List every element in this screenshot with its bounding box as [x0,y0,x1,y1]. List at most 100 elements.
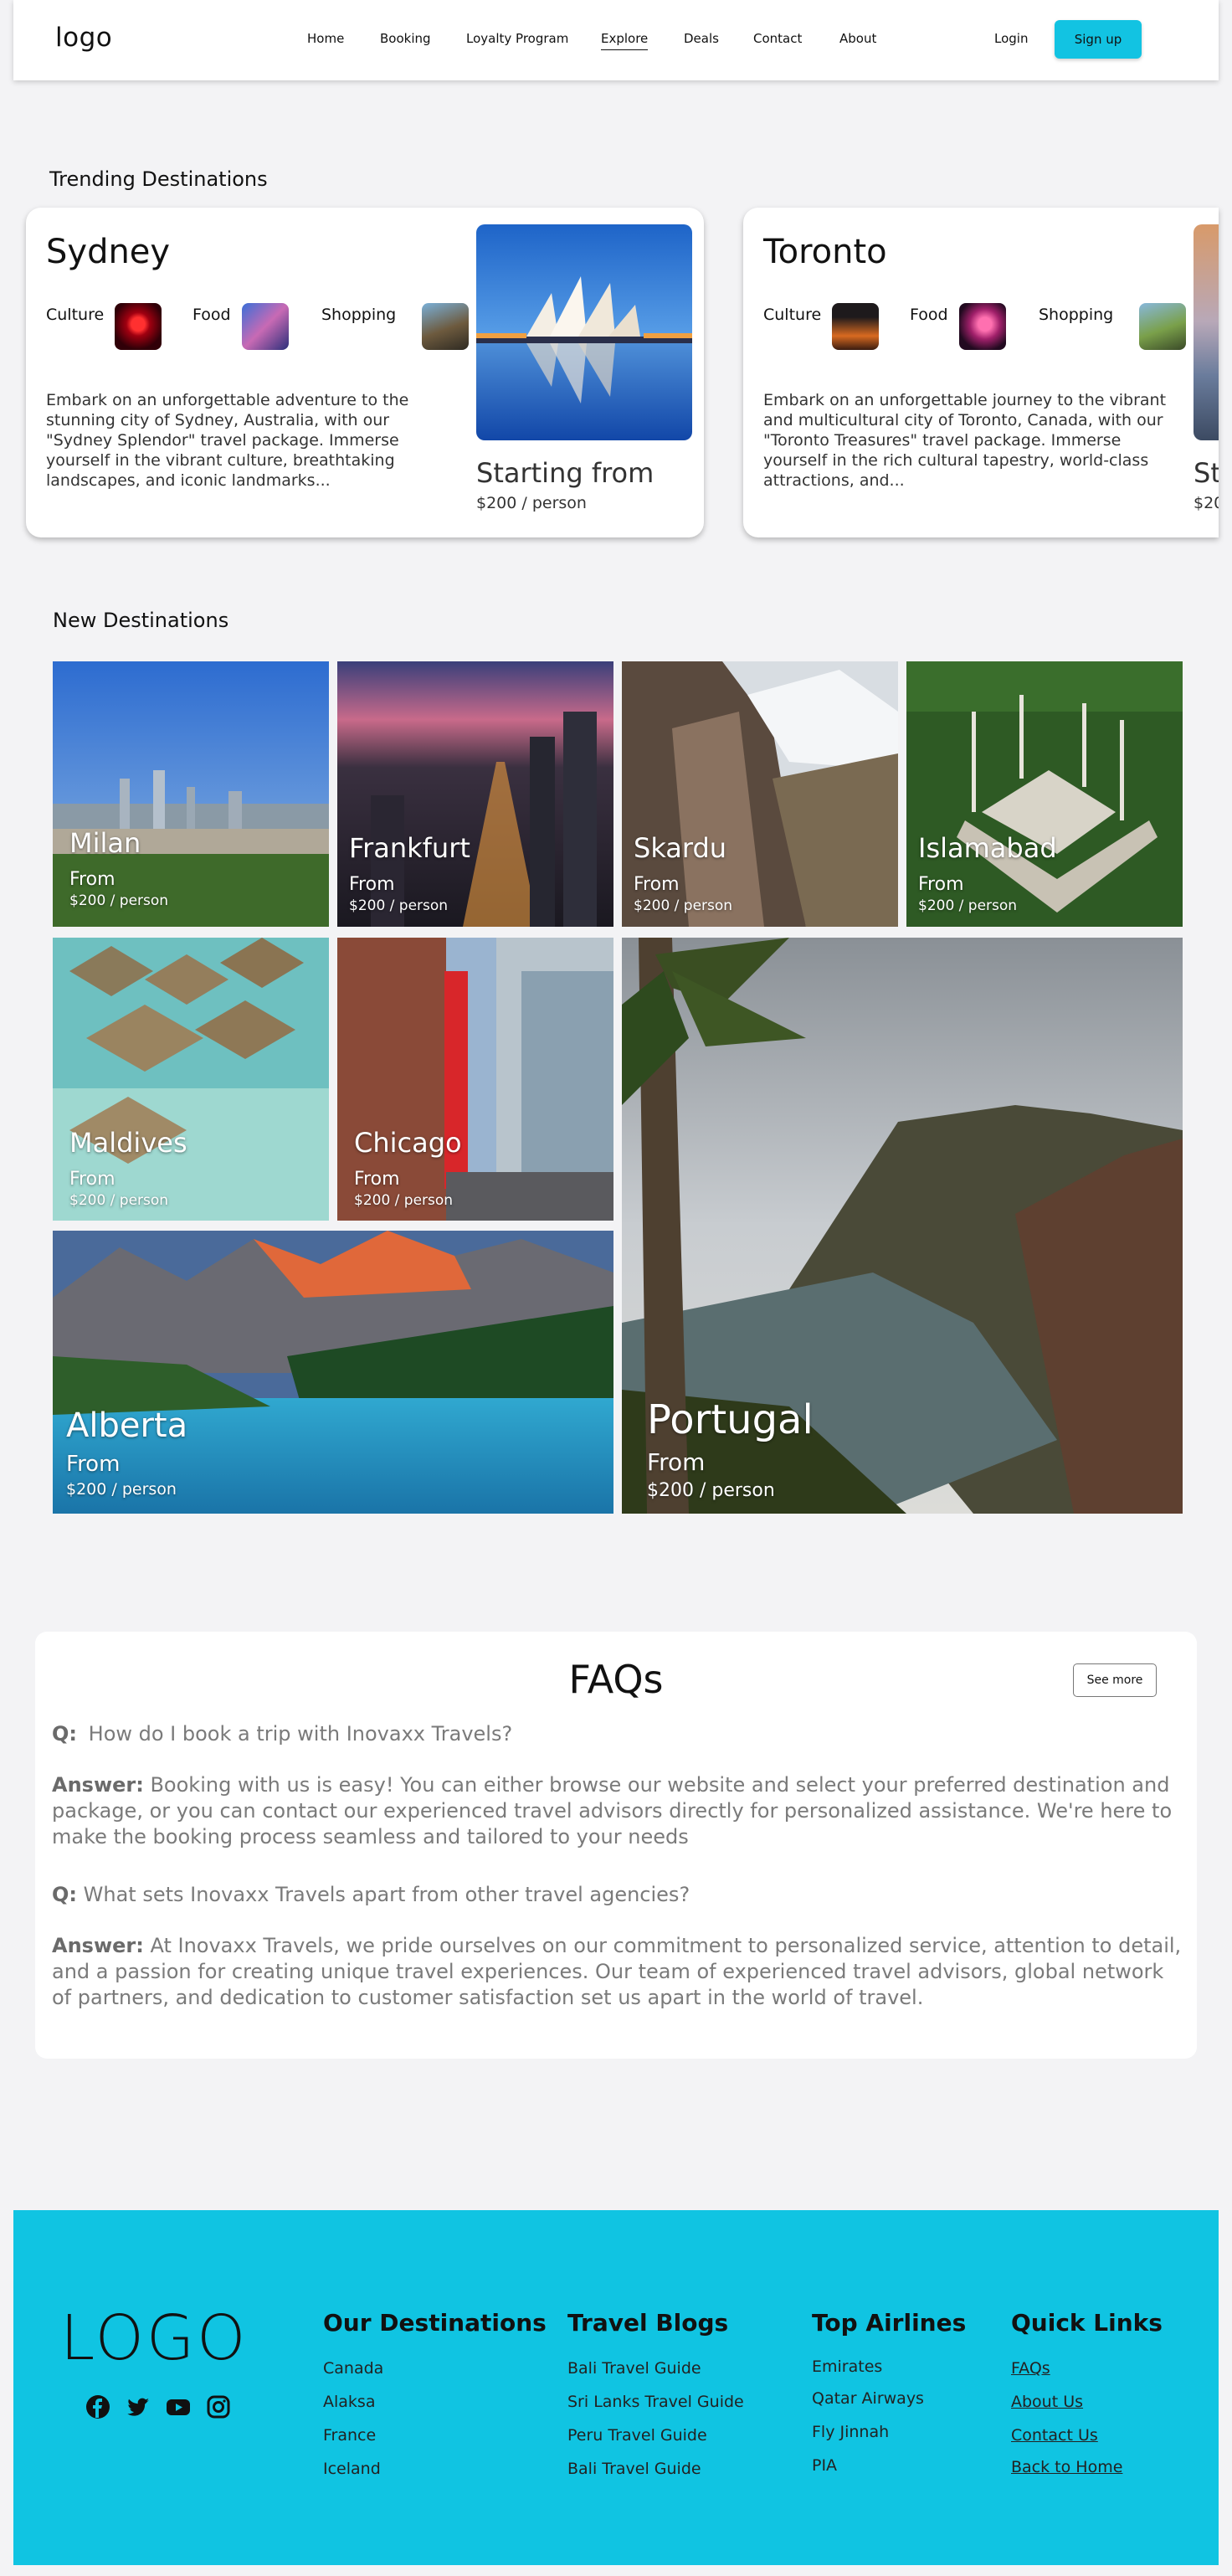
youtube-icon[interactable] [166,2394,191,2419]
nav-deals[interactable]: Deals [684,31,719,46]
q-label: Q: [52,1722,77,1746]
footer-link[interactable]: PIA [812,2456,837,2475]
tile-name: Skardu [634,832,727,864]
tile-price: $200 / person [69,1192,169,1209]
q-label: Q: [52,1883,77,1906]
nav-explore[interactable]: Explore [601,31,649,50]
footer-link[interactable]: Alaksa [323,2393,375,2411]
starting-from: St [1194,457,1219,489]
answer-label: Answer: [52,1934,144,1957]
footer-blogs-title: Travel Blogs [567,2309,729,2337]
tile-price: $200 / person [354,1192,454,1209]
tile-from: From [69,1169,116,1190]
trending-title: Trending Destinations [49,167,268,191]
tag-food: Food [192,306,231,324]
faq-title: FAQs [568,1657,664,1702]
footer-link[interactable]: France [323,2426,376,2445]
card-price: $20 [1194,494,1219,512]
footer-quick-links-title: Quick Links [1011,2309,1163,2337]
top-navbar: logo Home Booking Loyalty Program Explor… [13,0,1219,80]
culture-thumb [832,303,879,350]
logo[interactable]: logo [55,23,112,53]
faq-section: FAQs See more Q: How do I book a trip wi… [35,1632,1197,2059]
footer-logo[interactable]: LOGO [60,2302,248,2374]
login-link[interactable]: Login [994,31,1028,46]
faq-answer: Answer: At Inovaxx Travels, we pride our… [52,1933,1182,2011]
nav-about[interactable]: About [839,31,876,46]
tag-culture: Culture [763,306,822,324]
shopping-thumb [1139,303,1186,350]
tile-from: From [354,1169,400,1190]
card-description: Embark on an unforgettable journey to th… [763,391,1167,490]
tile-skardu[interactable]: Skardu From $200 / person [622,661,898,927]
tag-food: Food [910,306,948,324]
tile-from: From [647,1448,706,1476]
tile-from: From [69,869,116,890]
tile-name: Maldives [69,1127,187,1159]
facebook-icon[interactable] [85,2394,110,2419]
footer: LOGO Our Destinations Canada Alaksa Fran… [13,2210,1219,2565]
footer-link-contact[interactable]: Contact Us [1011,2426,1098,2445]
nav-loyalty-program[interactable]: Loyalty Program [466,31,568,46]
page: logo Home Booking Loyalty Program Explor… [13,0,1219,2576]
tile-name: Milan [69,827,141,859]
tile-price: $200 / person [634,897,733,914]
shopping-thumb [422,303,469,350]
footer-link[interactable]: Bali Travel Guide [567,2359,701,2378]
faq-question[interactable]: Q: What sets Inovaxx Travels apart from … [52,1883,690,1906]
culture-thumb [115,303,162,350]
tile-name: Islamabad [918,832,1057,864]
nav-contact[interactable]: Contact [753,31,802,46]
tile-price: $200 / person [66,1480,177,1499]
tile-chicago[interactable]: Chicago From $200 / person [337,938,613,1221]
tile-price: $200 / person [69,892,169,909]
footer-link[interactable]: Fly Jinnah [812,2423,889,2441]
trending-card-sydney[interactable]: Sydney Culture Food Shopping Embark on a… [26,208,704,537]
tile-alberta[interactable]: Alberta From $200 / person [53,1231,613,1514]
instagram-icon[interactable] [206,2394,231,2419]
signup-button[interactable]: Sign up [1055,20,1142,59]
tag-shopping: Shopping [1039,306,1114,324]
sydney-photo [476,224,692,440]
footer-link-home[interactable]: Back to Home [1011,2458,1122,2476]
footer-airlines-title: Top Airlines [812,2309,967,2337]
card-description: Embark on an unforgettable adventure to … [46,391,409,490]
tile-from: From [349,874,395,895]
tag-culture: Culture [46,306,105,324]
tile-from: From [66,1452,121,1477]
footer-link[interactable]: Qatar Airways [812,2389,924,2408]
footer-link-about[interactable]: About Us [1011,2393,1083,2411]
faq-question[interactable]: Q: How do I book a trip with Inovaxx Tra… [52,1722,512,1746]
tile-portugal[interactable]: Portugal From $200 / person [622,938,1183,1514]
faq-answer: Answer: Booking with us is easy! You can… [52,1772,1182,1850]
twitter-icon[interactable] [126,2394,151,2419]
card-city: Toronto [763,233,887,271]
tile-name: Portugal [647,1396,814,1443]
tile-maldives[interactable]: Maldives From $200 / person [53,938,329,1221]
food-thumb [242,303,289,350]
question-text: What sets Inovaxx Travels apart from oth… [83,1883,690,1906]
trending-card-toronto[interactable]: Toronto Culture Food Shopping Embark on … [743,208,1219,537]
tile-name: Frankfurt [349,832,470,864]
tile-name: Alberta [66,1406,188,1445]
card-city: Sydney [46,233,171,271]
footer-link[interactable]: Bali Travel Guide [567,2460,701,2478]
tile-name: Chicago [354,1127,462,1159]
tile-frankfurt[interactable]: Frankfurt From $200 / person [337,661,613,927]
footer-link[interactable]: Peru Travel Guide [567,2426,707,2445]
footer-link[interactable]: Sri Lanks Travel Guide [567,2393,744,2411]
footer-link-faqs[interactable]: FAQs [1011,2359,1050,2378]
footer-link[interactable]: Emirates [812,2357,882,2376]
nav-home[interactable]: Home [307,31,344,46]
nav-booking[interactable]: Booking [380,31,431,46]
footer-link[interactable]: Iceland [323,2460,381,2478]
card-price: $200 / person [476,494,587,512]
tile-from: From [918,874,964,895]
see-more-button[interactable]: See more [1073,1663,1157,1697]
answer-label: Answer: [52,1773,144,1797]
tile-from: From [634,874,680,895]
tile-islamabad[interactable]: Islamabad From $200 / person [906,661,1183,927]
tile-milan[interactable]: Milan From $200 / person [53,661,329,927]
footer-link[interactable]: Canada [323,2359,383,2378]
new-destinations-title: New Destinations [53,609,229,632]
